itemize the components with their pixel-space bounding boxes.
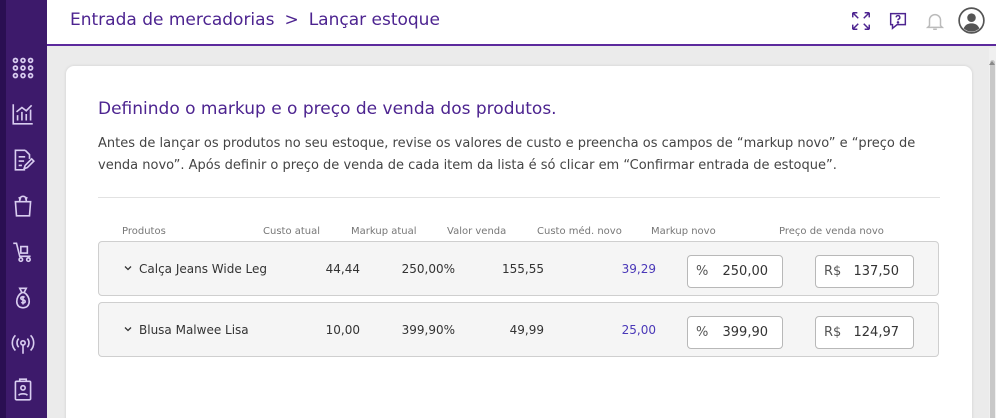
table-row[interactable]: Blusa Malwee Lisa 10,00 399,90% 49,99 25… xyxy=(98,302,939,357)
bell-icon[interactable] xyxy=(921,7,948,34)
cart-icon[interactable] xyxy=(9,238,37,266)
percent-prefix: % xyxy=(696,325,709,340)
column-header-custo-med-novo: Custo méd. novo xyxy=(537,226,622,237)
markup-novo-input[interactable]: % 250,00 xyxy=(687,255,783,288)
currency-prefix: R$ xyxy=(824,264,842,279)
page-title: Definindo o markup e o preço de venda do… xyxy=(98,99,557,119)
breadcrumb-parent[interactable]: Entrada de mercadorias xyxy=(70,10,274,30)
preco-venda-novo-value: 137,50 xyxy=(853,264,900,279)
custo-atual-value: 44,44 xyxy=(325,262,360,276)
markup-novo-input[interactable]: % 399,90 xyxy=(687,316,783,349)
percent-prefix: % xyxy=(696,264,709,279)
header-actions xyxy=(847,7,985,34)
shopping-bag-icon[interactable] xyxy=(9,192,37,220)
markup-atual-value: 399,90% xyxy=(401,323,455,337)
sidebar xyxy=(0,0,47,418)
user-avatar-icon[interactable] xyxy=(958,7,985,34)
valor-venda-value: 49,99 xyxy=(509,323,544,337)
markup-novo-value: 250,00 xyxy=(722,264,769,279)
column-header-produtos: Produtos xyxy=(122,226,166,237)
breadcrumb-current: Lançar estoque xyxy=(308,10,440,30)
valor-venda-value: 155,55 xyxy=(502,262,544,276)
custo-med-novo-value: 39,29 xyxy=(621,262,656,276)
scrollbar-thumb[interactable] xyxy=(990,60,995,418)
chevron-down-icon[interactable] xyxy=(123,324,133,334)
scroll-up-arrow-icon[interactable] xyxy=(989,61,995,65)
clipboard-icon[interactable] xyxy=(9,376,37,404)
product-name: Blusa Malwee Lisa xyxy=(139,323,249,337)
preco-venda-novo-input[interactable]: R$ 137,50 xyxy=(815,255,914,288)
column-header-markup-novo: Markup novo xyxy=(651,226,716,237)
product-name: Calça Jeans Wide Leg xyxy=(139,262,268,276)
markup-novo-value: 399,90 xyxy=(722,325,769,340)
custo-atual-value: 10,00 xyxy=(325,323,360,337)
breadcrumb-separator: > xyxy=(284,10,299,30)
preco-venda-novo-input[interactable]: R$ 124,97 xyxy=(815,316,914,349)
divider xyxy=(98,197,940,198)
edit-document-icon[interactable] xyxy=(9,146,37,174)
markup-atual-value: 250,00% xyxy=(401,262,455,276)
chart-icon[interactable] xyxy=(9,100,37,128)
currency-prefix: R$ xyxy=(824,325,842,340)
column-header-preco-venda-novo: Preço de venda novo xyxy=(779,226,884,237)
top-bar: Entrada de mercadorias > Lançar estoque xyxy=(47,0,996,46)
breadcrumb: Entrada de mercadorias > Lançar estoque xyxy=(70,10,440,30)
preco-venda-novo-value: 124,97 xyxy=(853,325,900,340)
page-scrollbar[interactable] xyxy=(989,48,996,418)
table-row[interactable]: Calça Jeans Wide Leg 44,44 250,00% 155,5… xyxy=(98,241,939,296)
content-card: Definindo o markup e o preço de venda do… xyxy=(66,66,972,418)
apps-grid-icon[interactable] xyxy=(9,54,37,82)
chevron-down-icon[interactable] xyxy=(123,263,133,273)
page-description: Antes de lançar os produtos no seu estoq… xyxy=(98,136,916,173)
money-bag-icon[interactable] xyxy=(9,284,37,312)
column-header-valor-venda: Valor venda xyxy=(447,226,507,237)
column-header-custo-atual: Custo atual xyxy=(263,226,321,237)
custo-med-novo-value: 25,00 xyxy=(621,323,656,337)
help-icon[interactable] xyxy=(884,7,911,34)
fullscreen-icon[interactable] xyxy=(847,7,874,34)
broadcast-icon[interactable] xyxy=(9,330,37,358)
sidebar-edge xyxy=(0,0,6,418)
column-header-markup-atual: Markup atual xyxy=(351,226,417,237)
